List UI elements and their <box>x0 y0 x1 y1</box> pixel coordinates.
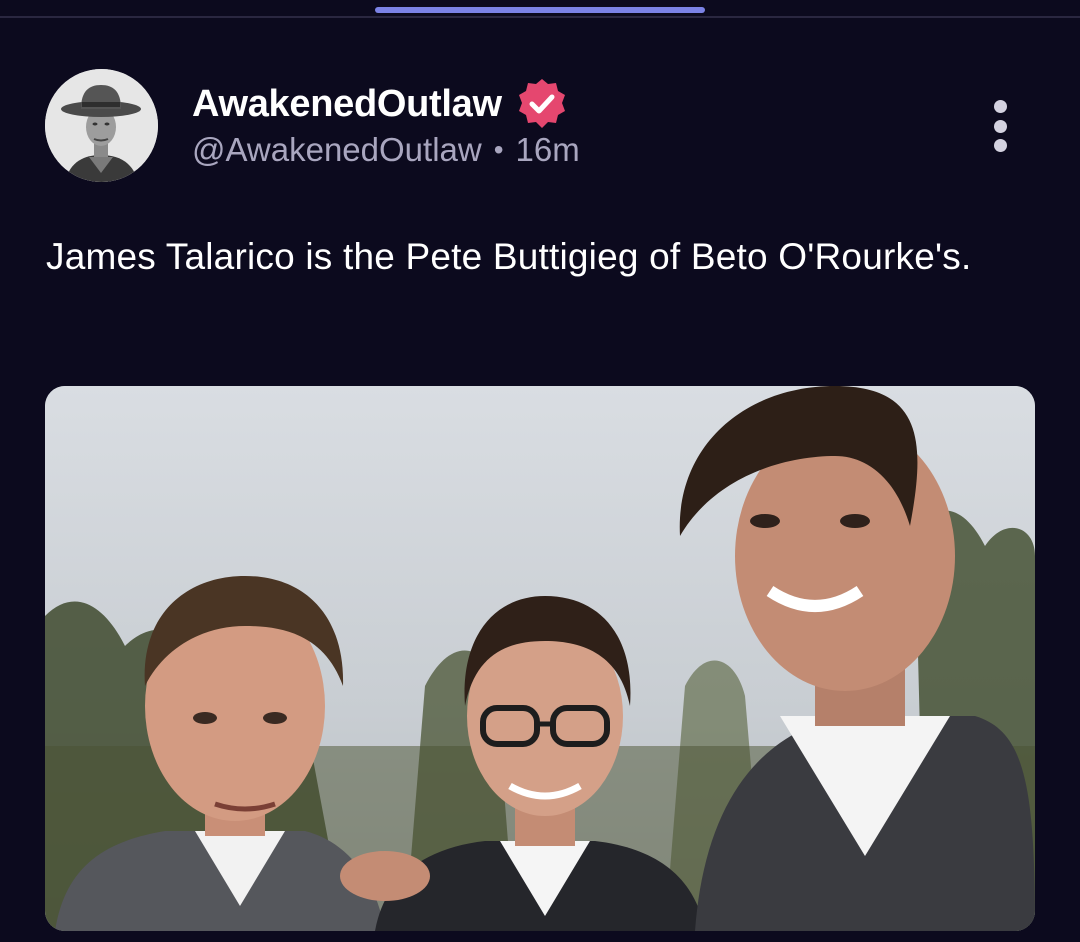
author-avatar[interactable] <box>45 69 158 182</box>
post-body-text: James Talarico is the Pete Buttigieg of … <box>46 236 972 277</box>
verified-badge-icon <box>518 79 565 128</box>
post-meta: @AwakenedOutlaw • 16m <box>192 131 580 169</box>
post-image[interactable] <box>45 386 1035 931</box>
loading-indicator <box>375 7 705 13</box>
more-options-button[interactable] <box>982 98 1018 154</box>
cowboy-portrait-avatar-icon <box>45 69 158 182</box>
more-dot-icon <box>993 119 1007 133</box>
more-dot-icon <box>993 139 1007 152</box>
author-name-row: AwakenedOutlaw <box>192 76 570 132</box>
group-photo <box>45 386 1035 931</box>
post-screen: AwakenedOutlaw @AwakenedOutlaw • 16m Jam… <box>0 0 1080 942</box>
top-divider <box>0 16 1080 18</box>
post-timestamp[interactable]: 16m <box>516 131 580 169</box>
more-dot-icon <box>993 100 1007 113</box>
meta-separator: • <box>493 134 504 165</box>
author-handle[interactable]: @AwakenedOutlaw <box>192 131 482 169</box>
author-display-name[interactable]: AwakenedOutlaw <box>192 83 502 126</box>
